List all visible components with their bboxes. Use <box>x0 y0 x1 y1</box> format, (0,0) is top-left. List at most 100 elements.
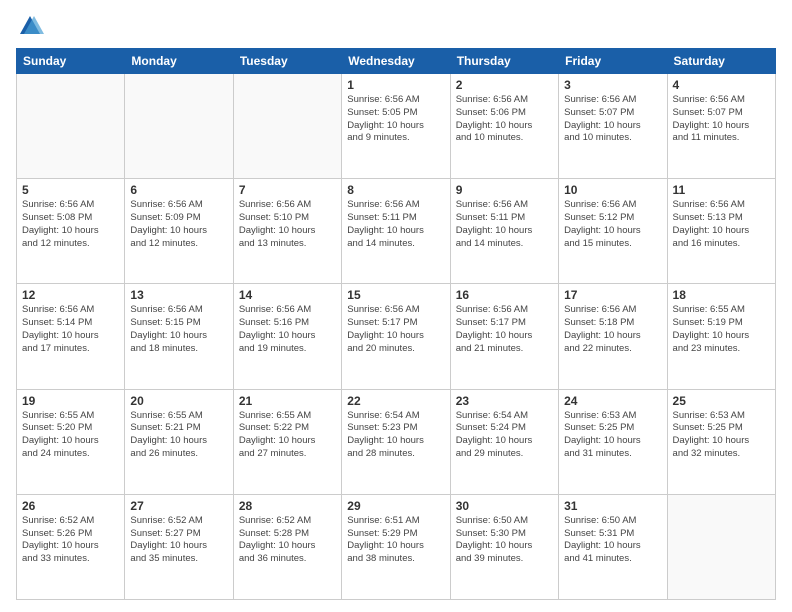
day-number: 15 <box>347 288 444 302</box>
day-info: Sunrise: 6:53 AM Sunset: 5:25 PM Dayligh… <box>673 410 770 461</box>
week-row-5: 26Sunrise: 6:52 AM Sunset: 5:26 PM Dayli… <box>17 494 776 599</box>
calendar-cell <box>125 74 233 179</box>
calendar-cell: 15 Sunrise: 6:56 AM Sunset: 5:17 PM Dayli… <box>342 284 450 389</box>
day-number: 19 <box>22 394 119 408</box>
day-info: Sunrise: 6:56 AM Sunset: 5:16 PM Dayligh… <box>239 304 336 355</box>
calendar-cell: 30Sunrise: 6:50 AM Sunset: 5:30 PM Dayli… <box>450 494 558 599</box>
calendar-cell <box>17 74 125 179</box>
day-info: Sunrise: 6:56 AM Sunset: 5:05 PM Dayligh… <box>347 94 444 145</box>
day-number: 8 <box>347 183 444 197</box>
calendar-cell: 21 Sunrise: 6:55 AM Sunset: 5:22 PM Dayli… <box>233 389 341 494</box>
calendar-cell: 7 Sunrise: 6:56 AM Sunset: 5:10 PM Daylig… <box>233 179 341 284</box>
calendar-cell: 23Sunrise: 6:54 AM Sunset: 5:24 PM Dayli… <box>450 389 558 494</box>
calendar-cell: 14 Sunrise: 6:56 AM Sunset: 5:16 PM Dayli… <box>233 284 341 389</box>
day-info: Sunrise: 6:52 AM Sunset: 5:26 PM Dayligh… <box>22 515 119 566</box>
day-number: 18 <box>673 288 770 302</box>
day-info: Sunrise: 6:56 AM Sunset: 5:09 PM Dayligh… <box>130 199 227 250</box>
header <box>16 12 776 40</box>
weekday-header-saturday: Saturday <box>667 49 775 74</box>
calendar-cell: 25Sunrise: 6:53 AM Sunset: 5:25 PM Dayli… <box>667 389 775 494</box>
day-number: 1 <box>347 78 444 92</box>
day-info: Sunrise: 6:56 AM Sunset: 5:06 PM Dayligh… <box>456 94 553 145</box>
day-info: Sunrise: 6:56 AM Sunset: 5:08 PM Dayligh… <box>22 199 119 250</box>
day-info: Sunrise: 6:52 AM Sunset: 5:27 PM Dayligh… <box>130 515 227 566</box>
day-info: Sunrise: 6:54 AM Sunset: 5:23 PM Dayligh… <box>347 410 444 461</box>
day-info: Sunrise: 6:56 AM Sunset: 5:14 PM Dayligh… <box>22 304 119 355</box>
day-number: 22 <box>347 394 444 408</box>
calendar-cell: 9 Sunrise: 6:56 AM Sunset: 5:11 PM Daylig… <box>450 179 558 284</box>
calendar-cell: 24 Sunrise: 6:53 AM Sunset: 5:25 PM Dayli… <box>559 389 667 494</box>
day-number: 23 <box>456 394 553 408</box>
calendar-cell: 28 Sunrise: 6:52 AM Sunset: 5:28 PM Dayli… <box>233 494 341 599</box>
week-row-1: 1 Sunrise: 6:56 AM Sunset: 5:05 PM Daylig… <box>17 74 776 179</box>
weekday-header-wednesday: Wednesday <box>342 49 450 74</box>
weekday-header-sunday: Sunday <box>17 49 125 74</box>
weekday-header-tuesday: Tuesday <box>233 49 341 74</box>
calendar-table: SundayMondayTuesdayWednesdayThursdayFrid… <box>16 48 776 600</box>
day-number: 21 <box>239 394 336 408</box>
calendar-cell: 27Sunrise: 6:52 AM Sunset: 5:27 PM Dayli… <box>125 494 233 599</box>
day-info: Sunrise: 6:56 AM Sunset: 5:11 PM Dayligh… <box>456 199 553 250</box>
day-number: 28 <box>239 499 336 513</box>
day-info: Sunrise: 6:55 AM Sunset: 5:22 PM Dayligh… <box>239 410 336 461</box>
day-info: Sunrise: 6:51 AM Sunset: 5:29 PM Dayligh… <box>347 515 444 566</box>
calendar-cell: 31Sunrise: 6:50 AM Sunset: 5:31 PM Dayli… <box>559 494 667 599</box>
calendar-cell: 13 Sunrise: 6:56 AM Sunset: 5:15 PM Dayli… <box>125 284 233 389</box>
calendar-cell <box>667 494 775 599</box>
calendar-cell: 6 Sunrise: 6:56 AM Sunset: 5:09 PM Daylig… <box>125 179 233 284</box>
week-row-4: 19 Sunrise: 6:55 AM Sunset: 5:20 PM Dayli… <box>17 389 776 494</box>
calendar-cell: 11Sunrise: 6:56 AM Sunset: 5:13 PM Dayli… <box>667 179 775 284</box>
day-number: 13 <box>130 288 227 302</box>
day-info: Sunrise: 6:56 AM Sunset: 5:07 PM Dayligh… <box>673 94 770 145</box>
day-info: Sunrise: 6:56 AM Sunset: 5:13 PM Dayligh… <box>673 199 770 250</box>
weekday-header-monday: Monday <box>125 49 233 74</box>
logo <box>16 12 48 40</box>
calendar-cell: 29Sunrise: 6:51 AM Sunset: 5:29 PM Dayli… <box>342 494 450 599</box>
logo-icon <box>16 12 44 40</box>
day-info: Sunrise: 6:53 AM Sunset: 5:25 PM Dayligh… <box>564 410 661 461</box>
day-number: 14 <box>239 288 336 302</box>
calendar-cell: 20Sunrise: 6:55 AM Sunset: 5:21 PM Dayli… <box>125 389 233 494</box>
day-info: Sunrise: 6:56 AM Sunset: 5:12 PM Dayligh… <box>564 199 661 250</box>
day-info: Sunrise: 6:55 AM Sunset: 5:20 PM Dayligh… <box>22 410 119 461</box>
day-number: 24 <box>564 394 661 408</box>
day-number: 6 <box>130 183 227 197</box>
week-row-3: 12 Sunrise: 6:56 AM Sunset: 5:14 PM Dayli… <box>17 284 776 389</box>
day-number: 12 <box>22 288 119 302</box>
day-info: Sunrise: 6:56 AM Sunset: 5:17 PM Dayligh… <box>456 304 553 355</box>
calendar-cell: 18 Sunrise: 6:55 AM Sunset: 5:19 PM Dayli… <box>667 284 775 389</box>
calendar-cell: 22 Sunrise: 6:54 AM Sunset: 5:23 PM Dayli… <box>342 389 450 494</box>
calendar-cell: 2Sunrise: 6:56 AM Sunset: 5:06 PM Daylig… <box>450 74 558 179</box>
day-info: Sunrise: 6:56 AM Sunset: 5:11 PM Dayligh… <box>347 199 444 250</box>
day-number: 5 <box>22 183 119 197</box>
calendar-cell: 8 Sunrise: 6:56 AM Sunset: 5:11 PM Daylig… <box>342 179 450 284</box>
day-info: Sunrise: 6:55 AM Sunset: 5:19 PM Dayligh… <box>673 304 770 355</box>
page: SundayMondayTuesdayWednesdayThursdayFrid… <box>0 0 792 612</box>
day-info: Sunrise: 6:56 AM Sunset: 5:18 PM Dayligh… <box>564 304 661 355</box>
calendar-cell: 17 Sunrise: 6:56 AM Sunset: 5:18 PM Dayli… <box>559 284 667 389</box>
calendar-cell: 26Sunrise: 6:52 AM Sunset: 5:26 PM Dayli… <box>17 494 125 599</box>
calendar-cell: 10Sunrise: 6:56 AM Sunset: 5:12 PM Dayli… <box>559 179 667 284</box>
day-info: Sunrise: 6:52 AM Sunset: 5:28 PM Dayligh… <box>239 515 336 566</box>
day-number: 3 <box>564 78 661 92</box>
day-info: Sunrise: 6:56 AM Sunset: 5:10 PM Dayligh… <box>239 199 336 250</box>
weekday-header-friday: Friday <box>559 49 667 74</box>
calendar-cell: 19 Sunrise: 6:55 AM Sunset: 5:20 PM Dayli… <box>17 389 125 494</box>
weekday-header-row: SundayMondayTuesdayWednesdayThursdayFrid… <box>17 49 776 74</box>
day-number: 20 <box>130 394 227 408</box>
day-number: 7 <box>239 183 336 197</box>
day-info: Sunrise: 6:56 AM Sunset: 5:15 PM Dayligh… <box>130 304 227 355</box>
calendar-cell <box>233 74 341 179</box>
calendar-cell: 5 Sunrise: 6:56 AM Sunset: 5:08 PM Daylig… <box>17 179 125 284</box>
week-row-2: 5 Sunrise: 6:56 AM Sunset: 5:08 PM Daylig… <box>17 179 776 284</box>
weekday-header-thursday: Thursday <box>450 49 558 74</box>
day-number: 30 <box>456 499 553 513</box>
day-number: 9 <box>456 183 553 197</box>
calendar-cell: 4 Sunrise: 6:56 AM Sunset: 5:07 PM Daylig… <box>667 74 775 179</box>
day-number: 16 <box>456 288 553 302</box>
calendar-cell: 16 Sunrise: 6:56 AM Sunset: 5:17 PM Dayli… <box>450 284 558 389</box>
day-info: Sunrise: 6:50 AM Sunset: 5:31 PM Dayligh… <box>564 515 661 566</box>
day-info: Sunrise: 6:56 AM Sunset: 5:17 PM Dayligh… <box>347 304 444 355</box>
day-number: 17 <box>564 288 661 302</box>
day-number: 4 <box>673 78 770 92</box>
